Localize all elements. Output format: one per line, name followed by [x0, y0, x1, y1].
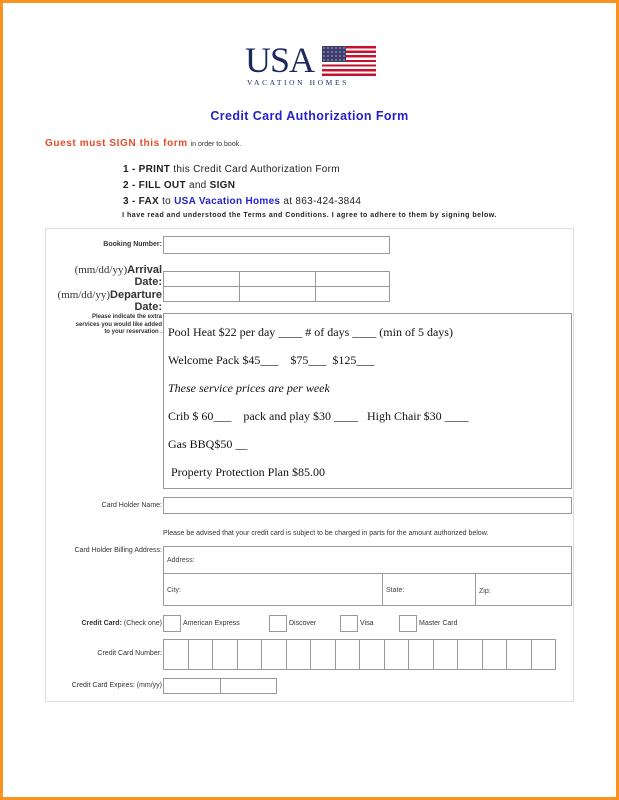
service-pool-heat: Pool Heat $22 per day ____ # of days ___… [168, 325, 453, 339]
guest-notice-rest: in order to book. [190, 141, 242, 148]
expires-year-field[interactable] [220, 678, 277, 694]
booking-number-label: Booking Number: [103, 241, 162, 248]
departure-month-field[interactable] [163, 286, 240, 302]
service-note: These service prices are per week [168, 381, 330, 395]
visa-label: Visa [360, 620, 374, 627]
expires-month-field[interactable] [163, 678, 221, 694]
city-field[interactable]: City: [163, 573, 383, 606]
extra-services-box[interactable]: Pool Heat $22 per day ____ # of days ___… [163, 313, 572, 489]
service-property-protection: Property Protection Plan $85.00 [168, 465, 325, 479]
departure-day-field[interactable] [239, 286, 316, 302]
card-number-label: Credit Card Number: [97, 650, 162, 657]
card-digit-box[interactable] [359, 639, 385, 670]
card-holder-name-field[interactable] [163, 497, 572, 514]
arrival-year-field[interactable] [315, 271, 390, 287]
guest-notice-emphasis: Guest must SIGN this form [45, 138, 188, 149]
card-digit-box[interactable] [187, 639, 213, 670]
zip-field[interactable]: Zip: [475, 573, 572, 606]
step-2: 2 - FILL OUT and SIGN [123, 180, 236, 191]
arrival-date-label: (mm/dd/yy)Arrival Date: [74, 264, 162, 288]
logo-text: USA [245, 40, 315, 80]
card-digit-box[interactable] [432, 639, 458, 670]
departure-date-label: (mm/dd/yy)Departure Date: [57, 289, 162, 313]
card-digit-box[interactable] [334, 639, 360, 670]
flag-canton [322, 46, 346, 62]
state-field[interactable]: State: [382, 573, 476, 606]
card-digit-box[interactable] [236, 639, 262, 670]
service-welcome-pack: Welcome Pack $45___ $75___ $125___ [168, 353, 375, 367]
zip-label: Zip: [479, 588, 491, 595]
departure-year-field[interactable] [315, 286, 390, 302]
card-digit-box[interactable] [506, 639, 532, 670]
visa-checkbox[interactable] [340, 615, 358, 632]
expires-label: Credit Card Expires: (mm/yy) [71, 682, 162, 689]
logo-subtitle: VACATION HOMES [247, 78, 349, 87]
arrival-month-field[interactable] [163, 271, 240, 287]
mastercard-label: Master Card [419, 620, 458, 627]
card-digit-box[interactable] [261, 639, 287, 670]
card-digit-box[interactable] [163, 639, 189, 670]
company-link: USA Vacation Homes [174, 196, 281, 207]
booking-number-field[interactable] [163, 236, 390, 254]
card-number-field[interactable] [163, 639, 556, 670]
agreement-text: I have read and understood the Terms and… [122, 212, 497, 219]
mastercard-checkbox[interactable] [399, 615, 417, 632]
card-digit-box[interactable] [530, 639, 556, 670]
amex-label: American Express [183, 620, 240, 627]
card-digit-box[interactable] [481, 639, 507, 670]
state-label: State: [386, 587, 405, 594]
service-gas-bbq: Gas BBQ$50 __ [168, 437, 248, 451]
credit-card-type-label: Credit Card: (Check one) [81, 620, 162, 627]
guest-notice: Guest must SIGN this form in order to bo… [45, 138, 241, 149]
arrival-day-field[interactable] [239, 271, 316, 287]
card-digit-box[interactable] [408, 639, 434, 670]
steps-list: 1 - PRINT this Credit Card Authorization… [123, 162, 361, 210]
service-baby-equipment: Crib $ 60___ pack and play $30 ____ High… [168, 409, 469, 423]
extras-label: Please indicate the extra services you wo… [75, 314, 162, 335]
card-digit-box[interactable] [310, 639, 336, 670]
card-holder-name-label: Card Holder Name: [101, 502, 162, 509]
charge-notice: Please be advised that your credit card … [163, 530, 489, 537]
discover-label: Discover [289, 620, 317, 627]
address-field[interactable]: Address: [163, 546, 572, 574]
us-flag-icon [322, 46, 376, 76]
discover-checkbox[interactable] [269, 615, 287, 632]
card-digit-box[interactable] [285, 639, 311, 670]
step-1: 1 - PRINT this Credit Card Authorization… [123, 164, 340, 175]
address-label: Address: [167, 557, 195, 564]
step-3: 3 - FAX to USA Vacation Homes at 863-424… [123, 196, 362, 207]
city-label: City: [167, 587, 181, 594]
card-digit-box[interactable] [383, 639, 409, 670]
billing-address-label: Card Holder Billing Address: [74, 547, 162, 554]
card-digit-box[interactable] [212, 639, 238, 670]
form-title: Credit Card Authorization Form [210, 109, 409, 123]
card-digit-box[interactable] [457, 639, 483, 670]
usa-vacation-homes-logo: USA VACATION HOMES [245, 40, 377, 88]
amex-checkbox[interactable] [163, 615, 181, 632]
